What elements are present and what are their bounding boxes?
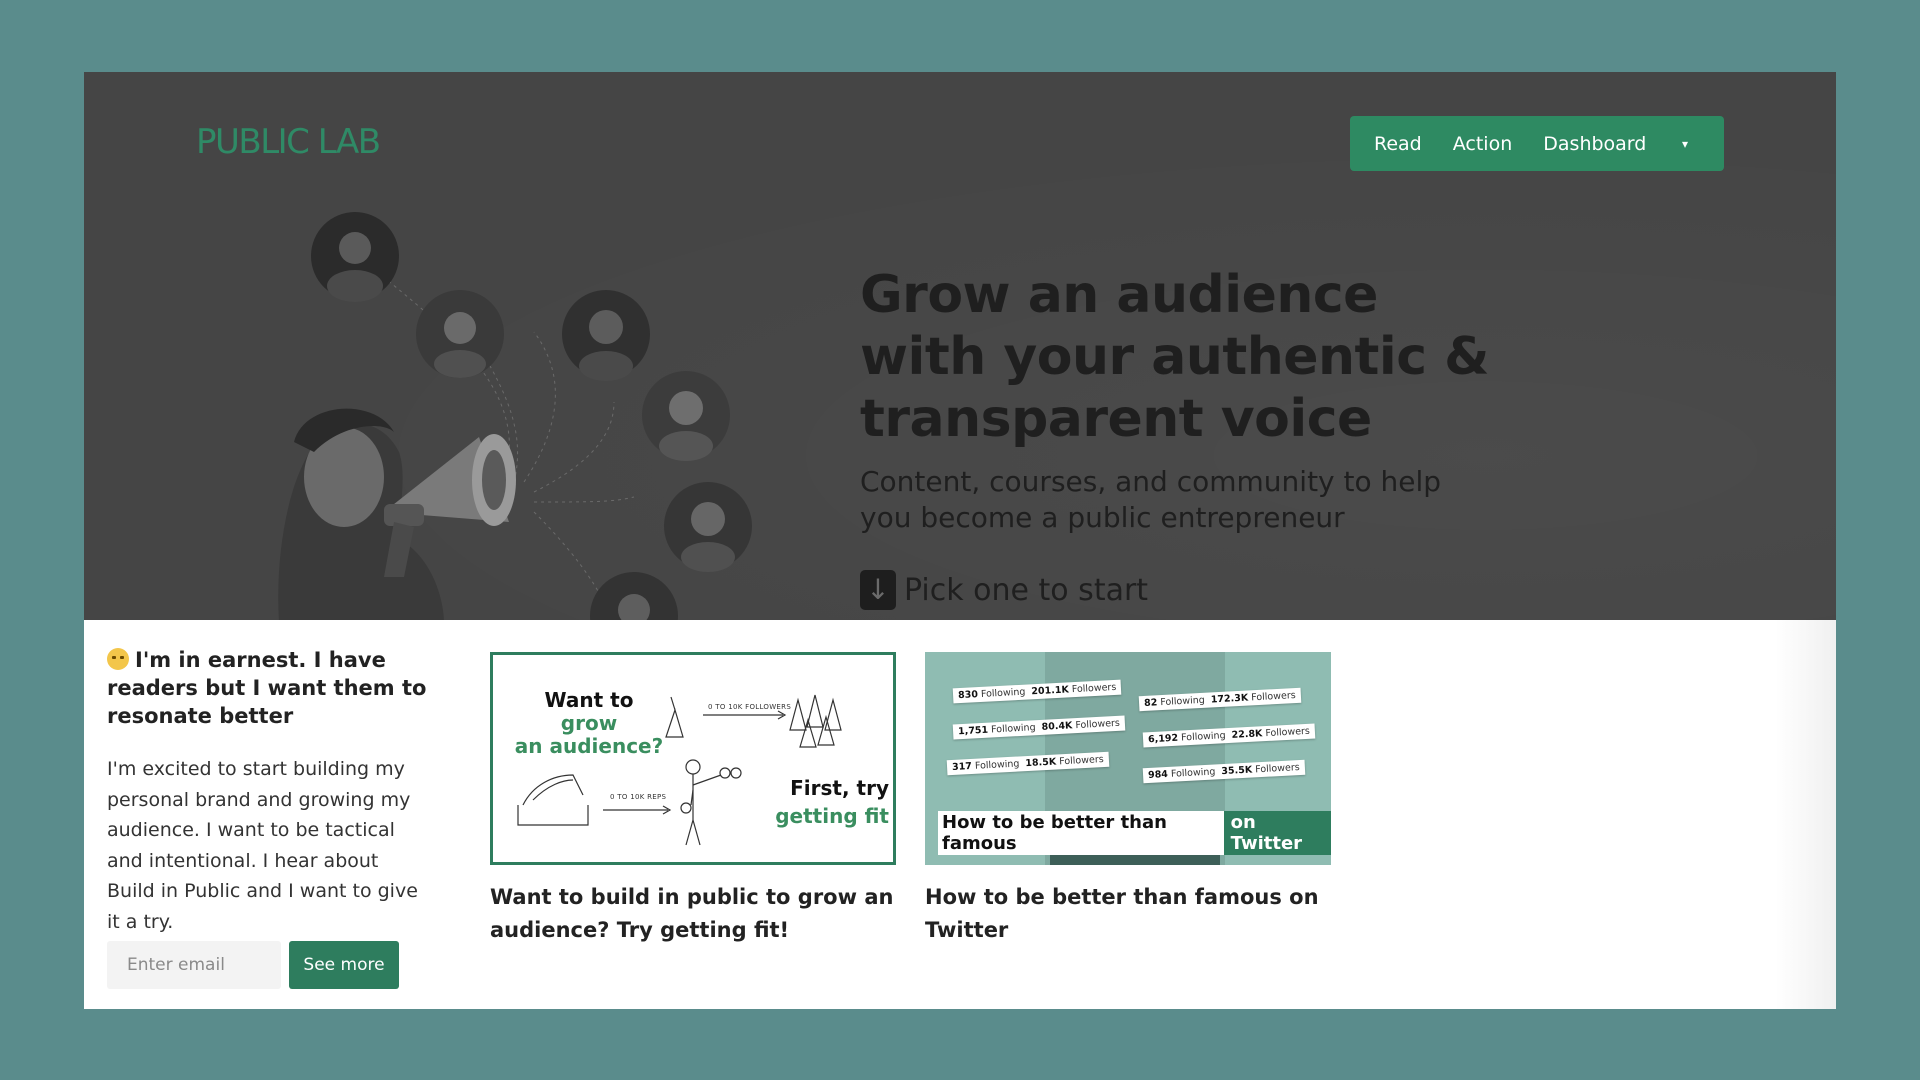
card-title[interactable]: How to be better than famous on Twitter <box>925 881 1331 947</box>
hero-subtitle: Content, courses, and community to help … <box>860 465 1442 534</box>
megaphone-person <box>278 408 516 620</box>
card-thumbnail[interactable]: 830 Following 201.1K Followers 1,751 Fol… <box>925 652 1331 865</box>
avatar <box>590 572 678 620</box>
avatar <box>642 371 730 461</box>
grimacing-face-icon <box>107 648 129 670</box>
arrow-down-icon: ↓ <box>860 570 896 610</box>
email-field[interactable] <box>107 941 281 989</box>
article-card[interactable]: 830 Following 201.1K Followers 1,751 Fol… <box>925 652 1331 947</box>
pick-text: Pick one to start <box>904 572 1149 608</box>
chevron-down-icon[interactable]: ▾ <box>1682 137 1688 151</box>
nav-action[interactable]: Action <box>1453 133 1513 155</box>
fitness-sketch <box>517 694 842 846</box>
top-nav: Read Action Dashboard ▾ <box>1350 116 1724 171</box>
avatar <box>416 290 504 378</box>
avatar <box>562 290 650 381</box>
content-section: I'm in earnest. I have readers but I wan… <box>84 620 1836 1009</box>
article-card[interactable]: Want to grow an audience? 0 TO 10K FOLLOW… <box>490 652 896 947</box>
nav-read[interactable]: Read <box>1374 133 1422 155</box>
thumbnail-caption: How to be better than famous on Twitter <box>938 811 1331 855</box>
persona-title: I'm in earnest. I have readers but I wan… <box>107 648 427 728</box>
pick-prompt: ↓ Pick one to start <box>860 570 1148 610</box>
page-frame: PUBLIC LAB Read Action Dashboard ▾ Grow … <box>84 72 1836 1009</box>
email-form: See more <box>107 941 399 989</box>
persona-panel: I'm in earnest. I have readers but I wan… <box>107 646 427 937</box>
nav-dashboard[interactable]: Dashboard <box>1543 133 1646 155</box>
logo[interactable]: PUBLIC LAB <box>196 122 381 162</box>
see-more-button[interactable]: See more <box>289 941 399 989</box>
persona-body: I'm excited to start building my persona… <box>107 758 418 933</box>
hero-section: PUBLIC LAB Read Action Dashboard ▾ Grow … <box>84 72 1836 620</box>
hero-illustration <box>278 212 752 620</box>
avatar <box>311 212 399 302</box>
avatar <box>664 482 752 572</box>
card-thumbnail[interactable]: Want to grow an audience? 0 TO 10K FOLLOW… <box>490 652 896 865</box>
hero-title: Grow an audience with your authentic & t… <box>860 265 1489 449</box>
card-title[interactable]: Want to build in public to grow an audie… <box>490 881 896 947</box>
